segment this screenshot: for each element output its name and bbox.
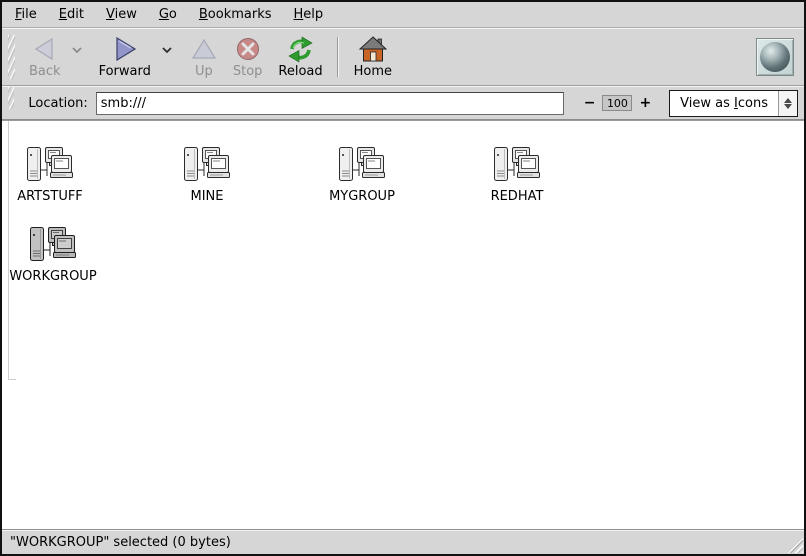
zoom-control: − 100 + (580, 95, 655, 111)
menu-bar: File Edit View Go Bookmarks Help (2, 2, 804, 28)
menu-bookmarks-rest: ookmarks (208, 7, 272, 22)
zoom-in-button[interactable]: + (635, 96, 655, 110)
menu-file-rest: ile (22, 7, 37, 22)
workgroup-icon (29, 226, 77, 266)
home-icon (359, 35, 387, 63)
list-item-mine[interactable]: MINE (155, 146, 259, 204)
list-item-workgroup-selected[interactable]: WORKGROUP (1, 226, 105, 284)
icon-label: REDHAT (491, 189, 544, 204)
resize-grip[interactable] (788, 538, 803, 553)
reload-icon (287, 35, 314, 63)
menu-bookmarks[interactable]: Bookmarks (188, 3, 283, 26)
menu-help[interactable]: Help (283, 3, 335, 26)
menu-help-rest: elp (303, 7, 323, 22)
menu-edit-accel: E (59, 7, 67, 22)
home-label: Home (354, 64, 392, 79)
up-button[interactable]: Up (183, 31, 225, 83)
stop-icon (235, 35, 261, 63)
view-as-rest: cons (738, 96, 768, 111)
back-history-dropdown[interactable] (69, 17, 85, 83)
list-item-mygroup[interactable]: MYGROUP (310, 146, 414, 204)
toolbar: Back Forward Up Stop (2, 28, 804, 86)
stop-button[interactable]: Stop (225, 31, 271, 83)
zoom-out-button[interactable]: − (580, 96, 600, 110)
file-manager-window: File Edit View Go Bookmarks Help Back Fo… (0, 0, 806, 556)
view-as-pre: View as (680, 96, 734, 111)
back-button[interactable]: Back (21, 31, 69, 83)
menu-bookmarks-accel: B (199, 7, 208, 22)
icon-label: MINE (191, 189, 224, 204)
arrow-up-icon (784, 98, 792, 103)
back-icon (32, 35, 58, 63)
location-bar-grip[interactable] (8, 87, 14, 109)
up-icon (191, 35, 217, 63)
toolbar-separator (337, 37, 338, 77)
menu-file[interactable]: File (4, 3, 48, 26)
icon-label: MYGROUP (329, 189, 395, 204)
throbber-globe-icon (760, 42, 790, 72)
chevron-down-icon (72, 47, 82, 54)
workgroup-icon (183, 146, 231, 186)
forward-icon (112, 35, 138, 63)
throbber-area (756, 31, 800, 83)
arrow-down-icon (784, 104, 792, 109)
zoom-level-indicator[interactable]: 100 (602, 95, 632, 111)
back-label: Back (29, 64, 61, 79)
menu-view-accel: V (106, 7, 115, 22)
icon-label: ARTSTUFF (17, 189, 83, 204)
workgroup-icon (26, 146, 74, 186)
up-label: Up (195, 64, 213, 79)
forward-label: Forward (99, 64, 151, 79)
icon-label: WORKGROUP (9, 269, 96, 284)
list-item-redhat[interactable]: REDHAT (465, 146, 569, 204)
workgroup-icon (493, 146, 541, 186)
home-button[interactable]: Home (346, 31, 400, 83)
view-as-dropdown[interactable]: View as Icons (669, 90, 798, 117)
menu-help-accel: H (294, 7, 304, 22)
chevron-down-icon (162, 47, 172, 54)
stop-label: Stop (233, 64, 263, 79)
status-text: "WORKGROUP" selected (0 bytes) (10, 535, 231, 550)
location-label: Location: (28, 96, 87, 111)
throbber-frame (756, 38, 794, 76)
forward-history-dropdown[interactable] (159, 17, 175, 83)
menu-view-rest: iew (115, 7, 137, 22)
menu-view[interactable]: View (95, 3, 148, 26)
forward-button[interactable]: Forward (91, 31, 159, 83)
location-bar: Location: − 100 + View as Icons (2, 86, 804, 120)
reload-button[interactable]: Reload (270, 31, 330, 83)
reload-label: Reload (278, 64, 322, 79)
icon-view-canvas[interactable]: ARTSTUFF MINE MYGROUP REDHAT WORKGROUP (2, 120, 804, 529)
toolbar-grip[interactable] (8, 35, 15, 79)
workgroup-icon (338, 146, 386, 186)
view-as-label: View as Icons (670, 91, 778, 116)
location-input[interactable] (96, 92, 564, 115)
list-item-artstuff[interactable]: ARTSTUFF (0, 146, 102, 204)
status-bar: "WORKGROUP" selected (0 bytes) (2, 529, 804, 554)
view-as-arrow-button[interactable] (778, 91, 797, 116)
